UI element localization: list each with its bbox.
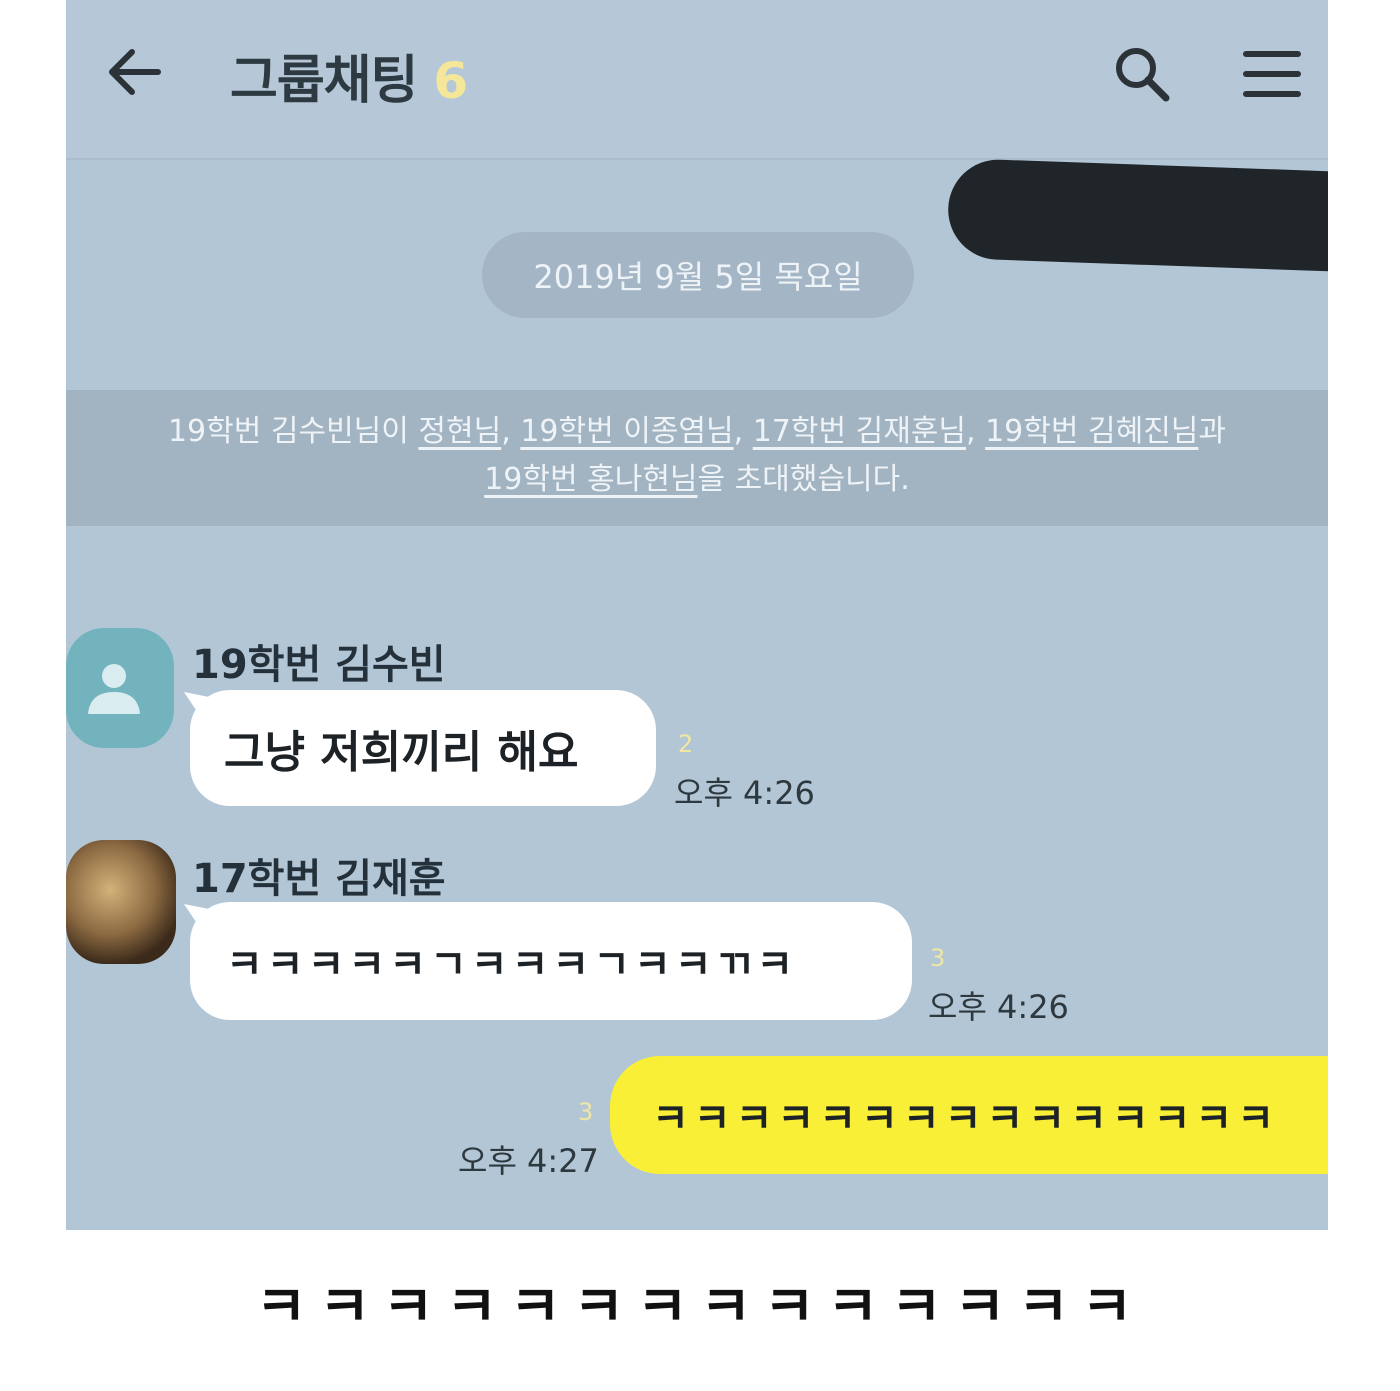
chat-title-group: 그룹채팅 6: [230, 38, 469, 111]
unread-count: 2: [678, 730, 694, 758]
message-time: 오후 4:26: [928, 988, 1069, 1026]
notice-separator: ,: [501, 414, 521, 449]
notice-text: 을 초대했습니다.: [697, 462, 910, 497]
invitee-link[interactable]: 17학번 김재훈님: [753, 414, 966, 449]
notice-separator: ,: [733, 414, 753, 449]
invite-notice: 19학번 김수빈님이 정현님, 19학번 이종염님, 17학번 김재훈님, 19…: [66, 390, 1328, 526]
message-time: 오후 4:26: [674, 774, 815, 812]
member-count: 6: [433, 52, 469, 110]
notice-text: 19학번 김수빈님이: [167, 414, 419, 449]
header-divider: [66, 158, 1328, 160]
back-arrow-icon[interactable]: [102, 40, 166, 104]
message-time: 오후 4:27: [458, 1142, 599, 1180]
unread-count: 3: [930, 944, 946, 972]
redaction-mark: [946, 158, 1328, 273]
top-bar: 그룹채팅 6: [66, 0, 1328, 160]
caption-text: ㅋㅋㅋㅋㅋㅋㅋㅋㅋㅋㅋㅋㅋㅋ: [255, 1275, 1145, 1340]
invitee-link[interactable]: 정현님: [418, 414, 501, 449]
sender-name: 17학번 김재훈: [192, 856, 446, 902]
message-bubble[interactable]: ㅋㅋㅋㅋㅋㄱㅋㅋㅋㄱㅋㅋㄲㅋ: [190, 902, 912, 1020]
notice-separator: ,: [966, 414, 986, 449]
message-bubble[interactable]: 그냥 저희끼리 해요: [190, 690, 656, 806]
chat-screen: 그룹채팅 6 2019년 9월 5일 목요일 19학번 김수빈님이 정현님, 1…: [66, 0, 1328, 1230]
my-message-bubble[interactable]: ㅋㅋㅋㅋㅋㅋㅋㅋㅋㅋㅋㅋㅋㅋㅋ: [610, 1056, 1328, 1174]
invitee-link[interactable]: 19학번 김혜진님: [985, 414, 1198, 449]
invitee-link[interactable]: 19학번 홍나현님: [484, 462, 697, 497]
invitee-link[interactable]: 19학번 이종염님: [520, 414, 733, 449]
date-divider: 2019년 9월 5일 목요일: [482, 232, 914, 318]
search-icon[interactable]: [1110, 42, 1174, 106]
menu-icon[interactable]: [1242, 46, 1302, 102]
avatar[interactable]: [66, 840, 176, 964]
notice-text: 과: [1198, 414, 1227, 449]
unread-count: 3: [578, 1098, 594, 1126]
sender-name: 19학번 김수빈: [192, 642, 446, 688]
chat-title: 그룹채팅: [230, 51, 418, 111]
person-icon: [88, 664, 140, 714]
avatar[interactable]: [66, 628, 174, 748]
